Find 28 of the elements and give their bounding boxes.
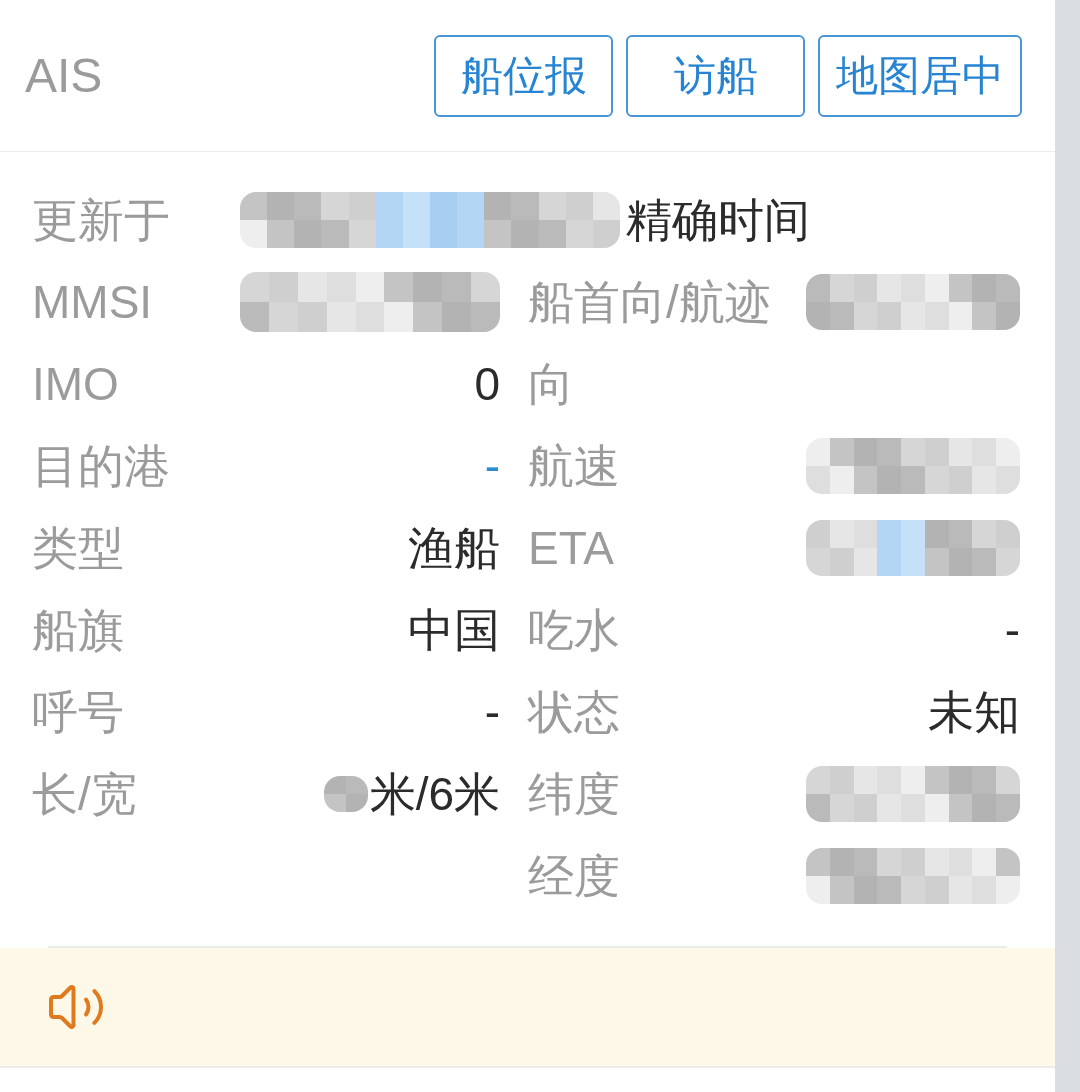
field-value: 精确时间 [626,193,810,248]
field-label: 吃水 [528,603,621,658]
field-label: 长/宽 [32,767,138,822]
field-label: 航速 [528,439,621,494]
field-value: 未知 [928,685,1020,740]
field-label: 纬度 [528,767,621,822]
action-button[interactable]: 船位报 [434,34,613,117]
field-label: 经度 [528,849,621,904]
field-label: 类型 [32,521,125,576]
field-label: ETA [528,521,616,576]
field-label: 船旗 [32,603,125,658]
field-label: 呼号 [32,685,125,740]
field-label: MMSI [32,275,154,330]
action-button[interactable]: 访船 [626,34,805,117]
field-value: 米/6米 [369,767,500,822]
field-value: 中国 [408,603,500,658]
field-label: IMO [32,357,120,412]
field-value: 0 [474,357,500,412]
field-label: 状态 [528,685,621,740]
field-label: 目的港 [32,439,171,494]
field-label: 更新于 [32,193,171,248]
field-value: - [484,685,500,740]
panel-title: AIS [25,47,103,104]
field-value: - [1004,603,1020,658]
field-value[interactable]: - [484,425,500,507]
field-label: 船首向/航迹向 [528,275,772,412]
field-value: 渔船 [408,521,500,576]
action-button[interactable]: 地图居中 [818,34,1022,117]
